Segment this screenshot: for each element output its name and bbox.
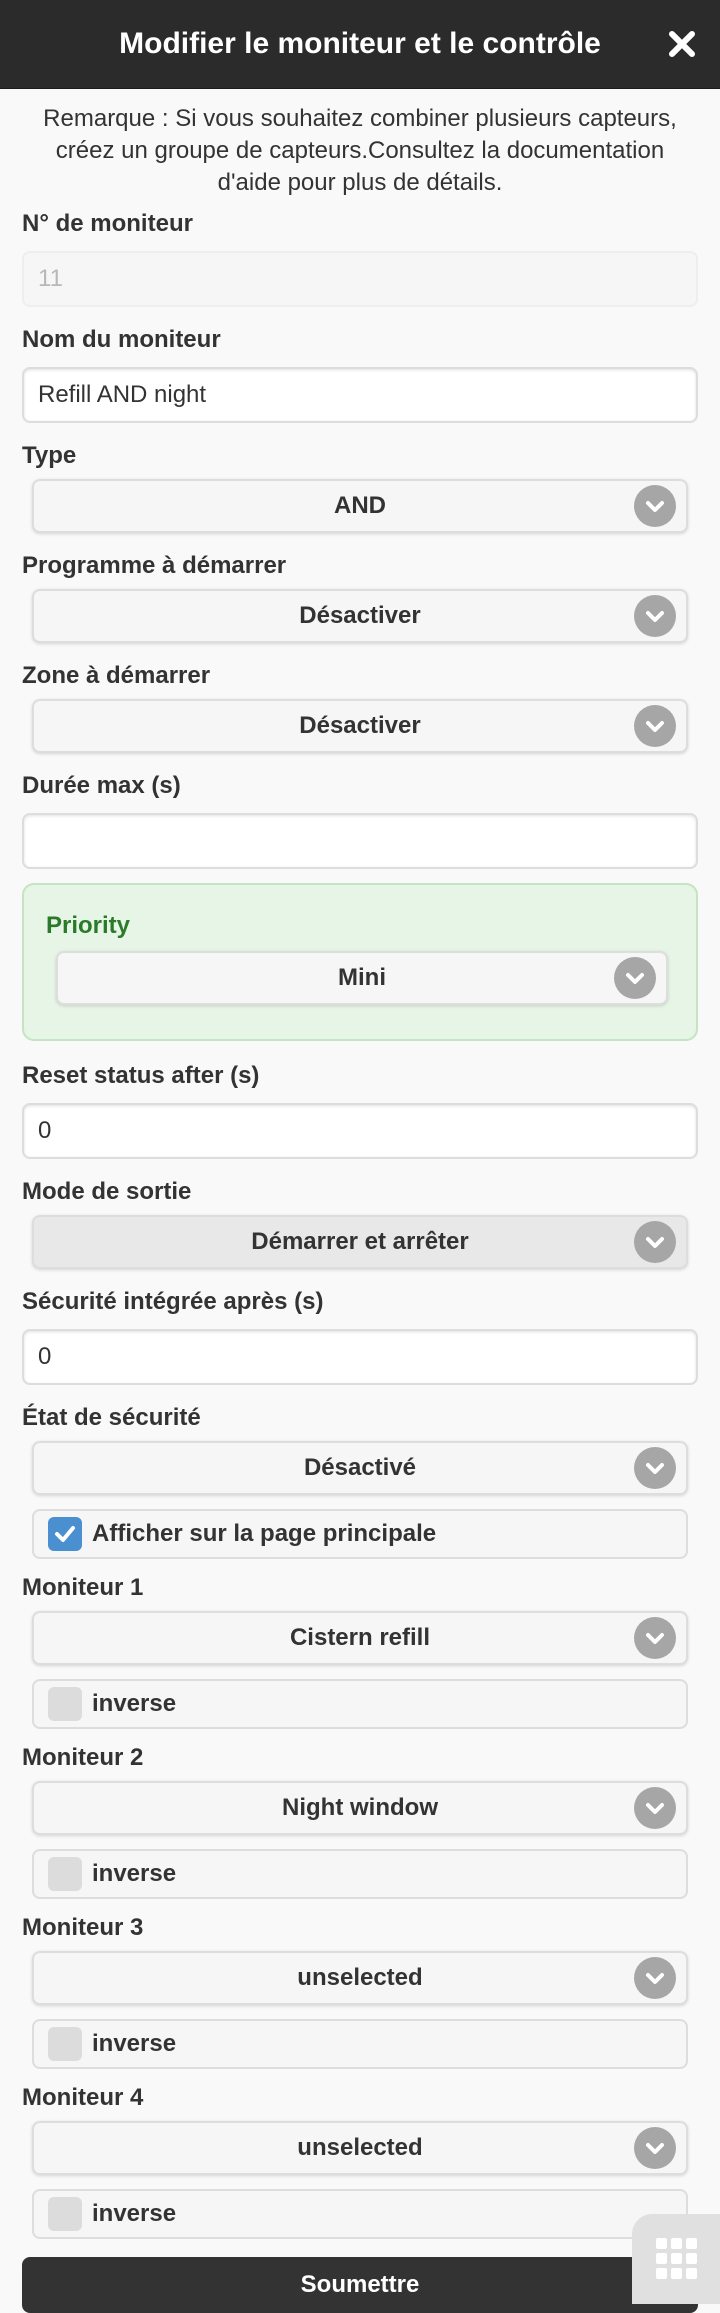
monitor-2-select-value: Night window [282, 1794, 438, 1821]
priority-select[interactable]: Mini [56, 951, 668, 1005]
zone-select-value: Désactiver [299, 712, 421, 739]
monitor-4-label: Moniteur 4 [22, 2084, 144, 2111]
monitor-number-label: N° de moniteur [22, 210, 193, 237]
form-content: Remarque : Si vous souhaitez combiner pl… [0, 89, 720, 2313]
submit-button[interactable]: Soumettre [22, 2257, 698, 2313]
safety-state-label: État de sécurité [22, 1404, 201, 1431]
monitor-name-field[interactable]: Refill AND night [22, 367, 698, 423]
monitor-3-select-value: unselected [297, 1964, 423, 1991]
chevron-down-icon [634, 485, 676, 527]
chevron-down-icon [634, 1957, 676, 1999]
priority-panel: Priority Mini [22, 883, 698, 1041]
program-select-value: Désactiver [299, 602, 421, 629]
monitor-3-inverse-checkbox[interactable]: inverse [32, 2019, 688, 2069]
check-icon [48, 1517, 82, 1551]
close-icon [669, 31, 695, 57]
monitor-number-field: 11 [22, 251, 698, 307]
monitor-4-inverse-checkbox[interactable]: inverse [32, 2189, 688, 2239]
zone-select[interactable]: Désactiver [32, 699, 688, 753]
monitor-4-select[interactable]: unselected [32, 2121, 688, 2175]
monitor-1-select[interactable]: Cistern refill [32, 1611, 688, 1665]
failsafe-after-label: Sécurité intégrée après (s) [22, 1288, 324, 1315]
monitor-3-inverse-label: inverse [92, 2030, 177, 2057]
chevron-down-icon [634, 1447, 676, 1489]
checkbox-box [48, 2027, 82, 2061]
chevron-down-icon [634, 595, 676, 637]
reset-status-label: Reset status after (s) [22, 1062, 260, 1089]
checkbox-box [48, 1857, 82, 1891]
monitor-1-label: Moniteur 1 [22, 1574, 144, 1601]
type-select-value: AND [334, 492, 386, 519]
safety-state-select-value: Désactivé [303, 1454, 417, 1481]
chevron-down-icon [634, 1617, 676, 1659]
type-select[interactable]: AND [32, 479, 688, 533]
monitor-4-select-value: unselected [297, 2134, 423, 2161]
monitor-2-label: Moniteur 2 [22, 1744, 144, 1771]
monitor-2-inverse-checkbox[interactable]: inverse [32, 1849, 688, 1899]
program-select[interactable]: Désactiver [32, 589, 688, 643]
monitor-3-select[interactable]: unselected [32, 1951, 688, 2005]
chevron-down-icon [634, 2127, 676, 2169]
chevron-down-icon [614, 957, 656, 999]
failsafe-after-field[interactable]: 0 [22, 1329, 698, 1385]
type-label: Type [22, 442, 77, 469]
dialog-header: Modifier le moniteur et le contrôle [0, 0, 720, 89]
monitor-3-label: Moniteur 3 [22, 1914, 144, 1941]
program-label: Programme à démarrer [22, 552, 287, 579]
chevron-down-icon [634, 1221, 676, 1263]
show-main-checkbox[interactable]: Afficher sur la page principale [32, 1509, 688, 1559]
safety-state-select[interactable]: Désactivé [32, 1441, 688, 1495]
checkbox-box [48, 2197, 82, 2231]
monitor-1-inverse-label: inverse [92, 1690, 177, 1717]
output-mode-select[interactable]: Démarrer et arrêter [32, 1215, 688, 1269]
priority-label: Priority [46, 912, 131, 939]
max-duration-field[interactable] [22, 813, 698, 869]
reset-status-field[interactable]: 0 [22, 1103, 698, 1159]
checkbox-box [48, 1687, 82, 1721]
priority-select-value: Mini [338, 964, 386, 991]
monitor-name-label: Nom du moniteur [22, 326, 221, 353]
monitor-2-inverse-label: inverse [92, 1860, 177, 1887]
output-mode-select-value: Démarrer et arrêter [251, 1228, 469, 1255]
chevron-down-icon [634, 705, 676, 747]
chevron-down-icon [634, 1787, 676, 1829]
output-mode-label: Mode de sortie [22, 1178, 192, 1205]
dialog-title: Modifier le moniteur et le contrôle [119, 27, 601, 60]
monitor-2-select[interactable]: Night window [32, 1781, 688, 1835]
zone-label: Zone à démarrer [22, 662, 211, 689]
monitor-4-inverse-label: inverse [92, 2200, 177, 2227]
grid-menu-icon [656, 2238, 697, 2279]
max-duration-label: Durée max (s) [22, 772, 181, 799]
monitor-1-select-value: Cistern refill [289, 1624, 431, 1651]
monitor-1-inverse-checkbox[interactable]: inverse [32, 1679, 688, 1729]
help-note: Remarque : Si vous souhaitez combiner pl… [43, 105, 677, 196]
grid-menu-button[interactable] [632, 2214, 720, 2304]
close-button[interactable] [660, 22, 704, 66]
show-main-label: Afficher sur la page principale [92, 1520, 437, 1547]
